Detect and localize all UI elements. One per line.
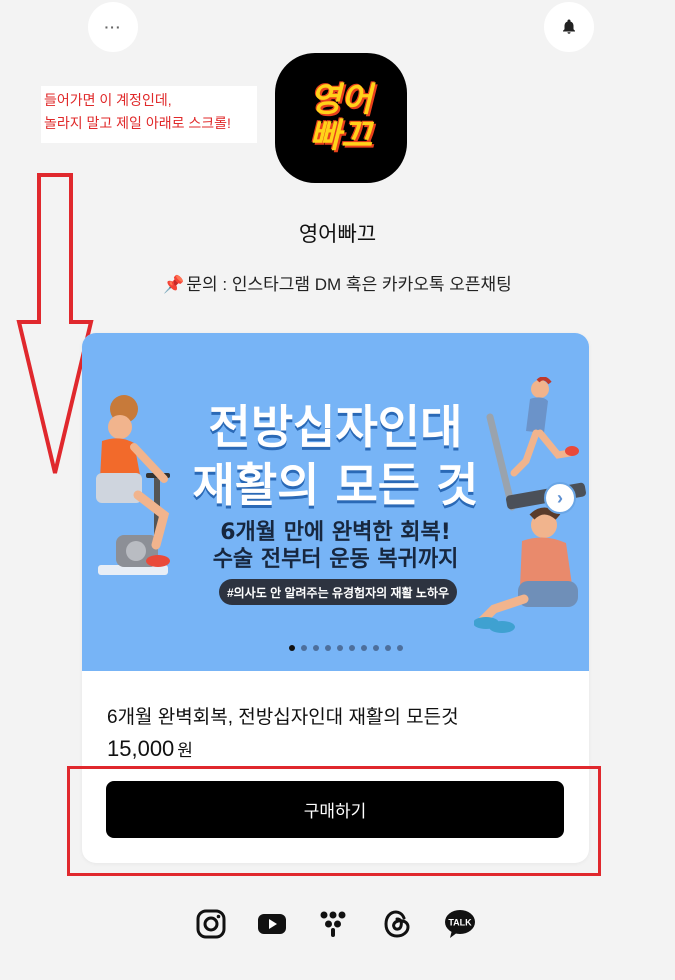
carousel-dot[interactable] [348,645,355,651]
svg-text:TALK: TALK [448,918,472,928]
annotation-line-2: 놀라지 말고 제일 아래로 스크롤! [44,115,231,131]
annotation-note: 들어가면 이 계정인데, 놀라지 말고 제일 아래로 스크롤! [41,86,257,143]
threads-icon [384,910,410,938]
linktree-icon [320,911,346,937]
carousel-dot[interactable] [300,645,307,651]
highlight-frame [67,766,601,876]
logo-text-line-1: 영어 [309,80,373,120]
annotation-line-1: 들어가면 이 계정인데, [44,92,172,108]
kakaotalk-link[interactable]: TALK [444,908,476,940]
contact-text: 문의 : 인스타그램 DM 혹은 카카오톡 오픈채팅 [186,275,512,294]
carousel-next-button[interactable]: › [544,482,576,514]
logo-text-line-2: 빠끄 [309,116,373,156]
instagram-icon [196,909,226,939]
carousel-dots [82,645,589,651]
chevron-right-icon: › [557,487,563,508]
pin-icon: 📌 [163,275,185,294]
banner-hashtag: #의사도 안 알려주는 유경험자의 재활 노하우 [219,579,457,605]
youtube-icon [258,914,286,934]
contact-info: 📌 문의 : 인스타그램 DM 혹은 카카오톡 오픈채팅 [0,270,675,295]
carousel-dot[interactable] [312,645,319,651]
banner-subtitle-line-1: 6개월 만에 완벽한 회복! [220,520,451,545]
profile-name: 영어빠끄 [298,223,377,246]
banner-title-line-1: 전방십자인대 [208,400,463,454]
more-icon: ··· [104,19,122,35]
bell-icon [563,19,575,34]
carousel-dot[interactable] [396,645,403,651]
carousel-dot[interactable] [324,645,331,651]
price-value: 15,000 [107,736,175,761]
banner-title-line-2: 재활의 모든 것 [192,458,479,512]
instagram-link[interactable] [195,908,227,940]
linktree-link[interactable] [317,908,349,940]
social-links: TALK [0,908,675,940]
youtube-link[interactable] [256,908,288,940]
profile-logo: 영어 빠끄 [275,53,407,183]
price-currency: 원 [177,741,193,760]
carousel-dot[interactable] [288,645,295,651]
product-price: 15,000 원 [107,736,193,762]
carousel-dot[interactable] [372,645,379,651]
carousel-dot[interactable] [336,645,343,651]
threads-link[interactable] [381,908,413,940]
more-button[interactable]: ··· [88,2,138,52]
banner-subtitle-line-2: 수술 전부터 운동 복귀까지 [212,547,459,572]
product-banner[interactable]: 전방십자인대 재활의 모든 것 6개월 만에 완벽한 회복! 수술 전부터 운동… [82,333,589,671]
kakaotalk-icon: TALK [445,910,475,938]
product-title: 6개월 완벽회복, 전방십자인대 재활의 모든것 [107,707,459,728]
notification-button[interactable] [544,2,594,52]
carousel-dot[interactable] [360,645,367,651]
carousel-dot[interactable] [384,645,391,651]
